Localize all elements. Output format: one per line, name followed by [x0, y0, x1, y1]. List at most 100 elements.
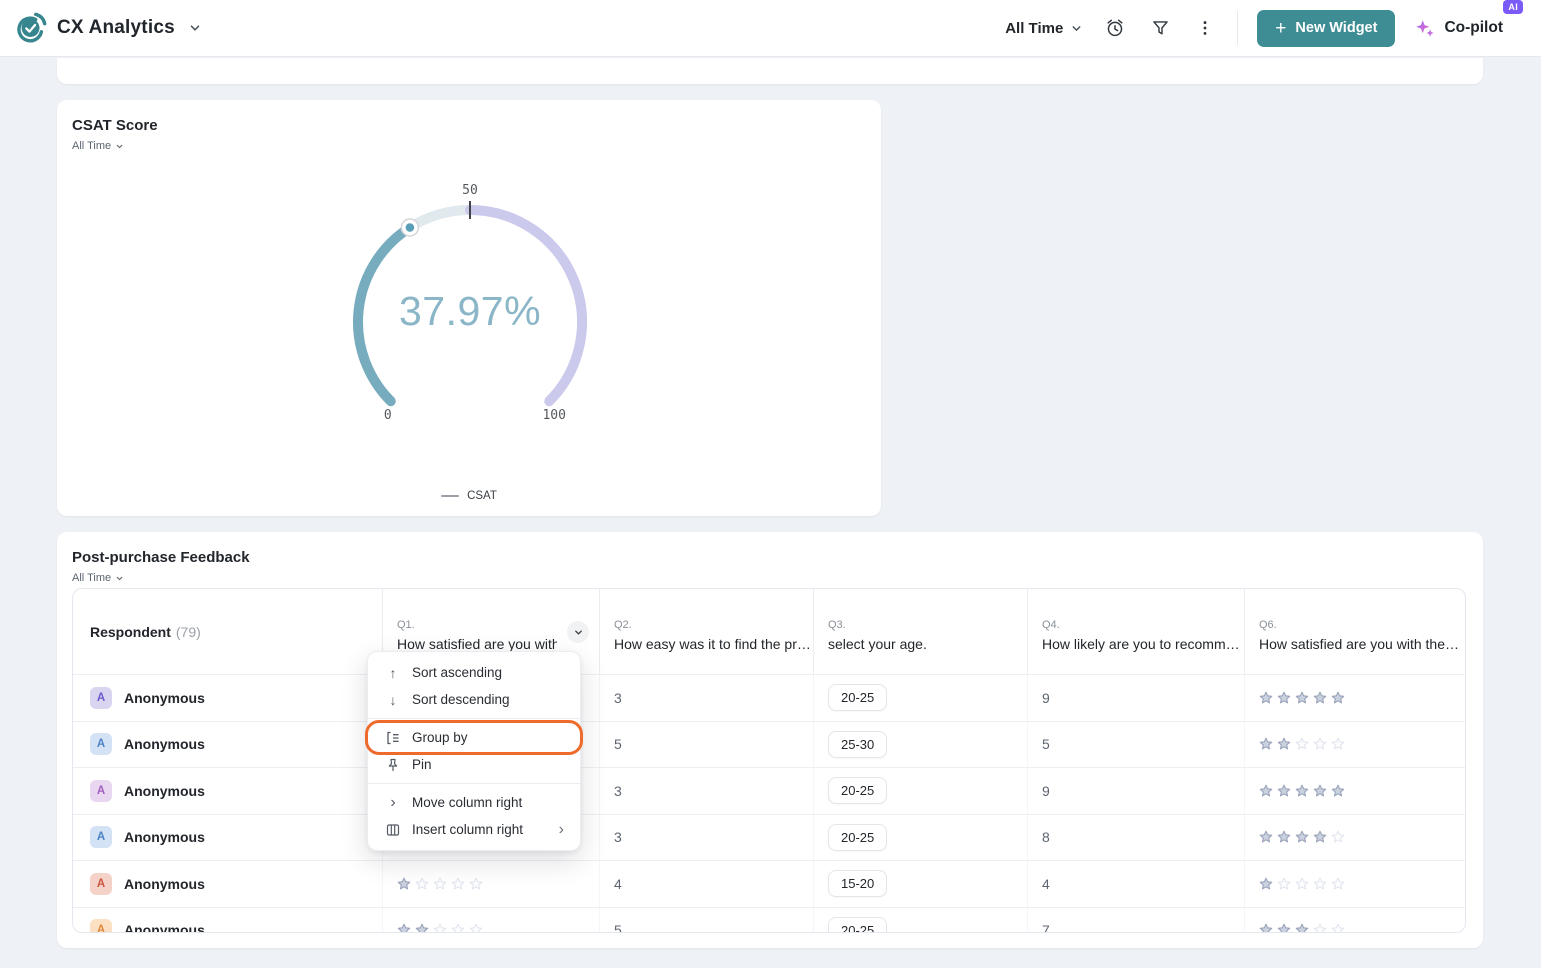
global-time-filter[interactable]: All Time — [1005, 20, 1083, 37]
csat-widget: CSAT Score All Time 500100 37.97% CSAT — [57, 100, 881, 516]
csat-legend[interactable]: CSAT — [57, 490, 881, 502]
app-switcher-chevron-icon[interactable] — [188, 21, 202, 35]
q2-cell: 5 — [599, 722, 813, 768]
menu-item-label: Sort descending — [412, 692, 510, 707]
copilot-label: Co-pilot — [1444, 19, 1503, 37]
avatar: A — [90, 873, 112, 895]
menu-divider — [368, 783, 580, 784]
chevron-down-icon — [573, 627, 584, 638]
star-empty-icon — [415, 877, 429, 891]
avatar: A — [90, 780, 112, 802]
respondent-name: Anonymous — [124, 690, 205, 706]
q6-cell — [1244, 861, 1465, 907]
star-empty-icon — [1313, 923, 1327, 933]
q3-cell: 15-20 — [813, 861, 1027, 907]
respondent-cell: A Anonymous — [73, 675, 382, 721]
star-empty-icon — [1331, 877, 1345, 891]
legend-label: CSAT — [467, 490, 497, 502]
new-widget-button[interactable]: + New Widget — [1257, 10, 1395, 47]
table-row[interactable]: A Anonymous 3 20-25 8 — [73, 815, 1465, 862]
age-badge: 20-25 — [828, 777, 887, 804]
more-options-icon[interactable] — [1192, 15, 1218, 41]
respondent-header-label: Respondent — [90, 624, 171, 640]
respondent-name: Anonymous — [124, 876, 205, 892]
alarm-icon[interactable] — [1102, 15, 1128, 41]
menu-item-sort-descending[interactable]: ↓ Sort descending — [368, 686, 580, 713]
respondent-name: Anonymous — [124, 783, 205, 799]
group-by-icon — [384, 730, 402, 746]
ai-badge: AI — [1503, 0, 1523, 14]
column-header-q4[interactable]: Q4. How likely are you to recomm… — [1027, 589, 1244, 674]
star-filled-icon — [1295, 691, 1309, 705]
new-widget-label: New Widget — [1295, 20, 1377, 36]
star-rating — [1259, 877, 1345, 891]
star-rating — [1259, 830, 1345, 844]
age-badge: 25-30 — [828, 731, 887, 758]
context-menu: ↑ Sort ascending↓ Sort descending Group … — [367, 651, 581, 851]
navbar-divider — [1237, 11, 1238, 45]
star-filled-icon — [1259, 877, 1273, 891]
q6-cell — [1244, 908, 1465, 934]
star-filled-icon — [1259, 691, 1273, 705]
menu-item-insert-column-right[interactable]: Insert column right› — [368, 816, 580, 843]
respondent-cell: A Anonymous — [73, 768, 382, 814]
star-rating — [1259, 923, 1345, 933]
feedback-widget-title: Post-purchase Feedback — [72, 549, 250, 566]
respondent-name: Anonymous — [124, 736, 205, 752]
menu-item-sort-ascending[interactable]: ↑ Sort ascending — [368, 659, 580, 686]
q1-cell — [382, 861, 599, 907]
star-filled-icon — [1313, 830, 1327, 844]
column-header-q6[interactable]: Q6. How satisfied are you with the… — [1244, 589, 1465, 674]
column-menu-button[interactable] — [567, 621, 589, 643]
column-header-q3[interactable]: Q3. select your age. — [813, 589, 1027, 674]
star-filled-icon — [1277, 784, 1291, 798]
table-row[interactable]: A Anonymous 4 15-20 4 — [73, 861, 1465, 908]
table-row[interactable]: A Anonymous 5 20-25 7 — [73, 908, 1465, 934]
global-time-filter-label: All Time — [1005, 20, 1063, 37]
chevron-down-icon — [115, 574, 124, 583]
menu-item-move-column-right[interactable]: › Move column right — [368, 789, 580, 816]
feedback-widget-time-filter[interactable]: All Time — [72, 572, 124, 584]
svg-text:50: 50 — [462, 183, 478, 198]
menu-item-label: Pin — [412, 757, 432, 772]
star-rating — [397, 877, 483, 891]
avatar: A — [90, 919, 112, 933]
column-header-respondent[interactable]: Respondent (79) — [73, 589, 382, 674]
feedback-table: Respondent (79) Q1. How satisfied are yo… — [72, 588, 1466, 933]
menu-item-pin[interactable]: Pin — [368, 751, 580, 778]
table-row[interactable]: A Anonymous 3 20-25 9 — [73, 768, 1465, 815]
q4-cell: 9 — [1027, 768, 1244, 814]
q3-cell: 20-25 — [813, 675, 1027, 721]
table-row[interactable]: A Anonymous 3 20-25 9 — [73, 675, 1465, 722]
star-empty-icon — [1331, 830, 1345, 844]
app-title: CX Analytics — [57, 17, 175, 39]
q4-cell: 4 — [1027, 861, 1244, 907]
filter-icon[interactable] — [1147, 15, 1173, 41]
menu-item-group-by[interactable]: Group by — [368, 724, 580, 751]
respondent-name: Anonymous — [124, 829, 205, 845]
star-empty-icon — [1313, 877, 1327, 891]
menu-item-label: Move column right — [412, 795, 522, 810]
star-empty-icon — [469, 923, 483, 933]
star-filled-icon — [415, 923, 429, 933]
legend-dash-icon — [441, 495, 459, 497]
table-row[interactable]: A Anonymous 5 25-30 5 — [73, 722, 1465, 769]
avatar: A — [90, 687, 112, 709]
pin-icon — [384, 757, 402, 773]
star-empty-icon — [433, 923, 447, 933]
star-filled-icon — [1295, 830, 1309, 844]
copilot-button[interactable]: Co-pilot AI — [1414, 17, 1503, 39]
star-empty-icon — [433, 877, 447, 891]
avatar: A — [90, 826, 112, 848]
q2-cell: 3 — [599, 815, 813, 861]
column-header-q2[interactable]: Q2. How easy was it to find the pr… — [599, 589, 813, 674]
partial-widget-card — [57, 58, 1483, 84]
feedback-widget: Post-purchase Feedback All Time Responde… — [57, 532, 1483, 948]
q2-cell: 3 — [599, 768, 813, 814]
star-empty-icon — [1295, 737, 1309, 751]
app-logo-icon — [14, 11, 48, 45]
star-rating — [1259, 691, 1345, 705]
star-filled-icon — [1295, 784, 1309, 798]
q6-cell — [1244, 815, 1465, 861]
star-filled-icon — [1259, 737, 1273, 751]
